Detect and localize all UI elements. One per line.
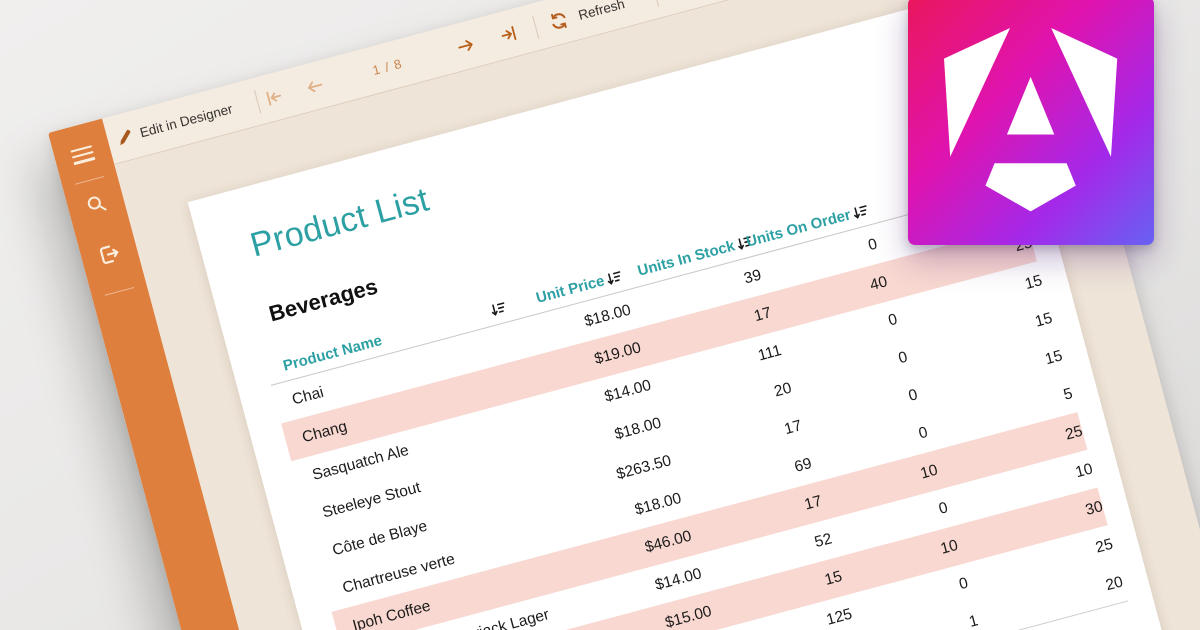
angular-logo-image: [908, 0, 1154, 245]
first-page-icon: [262, 84, 286, 108]
sidebar-divider: [75, 176, 104, 185]
refresh-icon: [546, 8, 572, 34]
angular-logo: [908, 0, 1154, 245]
menu-button[interactable]: [68, 140, 97, 169]
search-icon: [83, 191, 110, 218]
hamburger-icon: [70, 145, 95, 165]
toolbar-separator: [254, 89, 261, 112]
edit-in-designer-label[interactable]: Edit in Designer: [138, 101, 234, 140]
sidebar-divider: [105, 287, 134, 296]
search-button[interactable]: [81, 189, 110, 218]
first-page-button[interactable]: [262, 84, 286, 108]
pencil-icon: [113, 125, 136, 148]
export-icon: [95, 240, 124, 269]
previous-page-button[interactable]: [303, 74, 327, 98]
page-indicator[interactable]: 1 / 8: [355, 51, 419, 82]
next-page-icon: [453, 33, 477, 57]
toolbar-separator: [532, 15, 539, 38]
refresh-button[interactable]: [546, 8, 572, 34]
toolbar-separator: [652, 0, 659, 6]
last-page-icon: [496, 22, 520, 46]
next-page-button[interactable]: [453, 33, 477, 57]
last-page-button[interactable]: [496, 22, 520, 46]
edit-in-designer-button[interactable]: [113, 125, 136, 148]
refresh-label[interactable]: Refresh: [577, 0, 627, 22]
previous-page-icon: [303, 74, 327, 98]
promo-canvas: Edit in Designer 1 / 8: [0, 0, 1200, 630]
export-button[interactable]: [95, 240, 124, 269]
